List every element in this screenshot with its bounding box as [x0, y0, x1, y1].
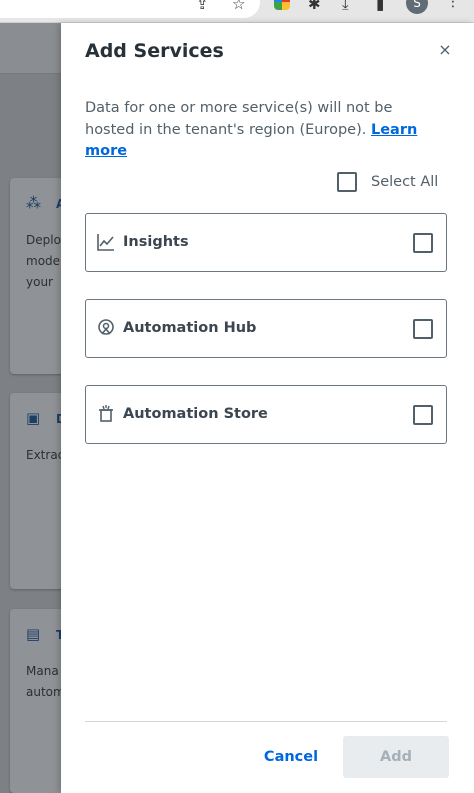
share-icon[interactable]: ⇪ [196, 0, 209, 14]
select-all-label: Select All [371, 174, 439, 190]
bookmark-star-icon[interactable]: ☆ [232, 0, 245, 14]
notice-text: Data for one or more service(s) will not… [85, 100, 393, 138]
cancel-button[interactable]: Cancel [241, 736, 341, 778]
service-checkbox[interactable] [413, 233, 433, 253]
store-icon [99, 405, 113, 422]
region-notice: Data for one or more service(s) will not… [85, 98, 445, 163]
chart-line-icon [97, 234, 114, 251]
service-automation-hub[interactable]: Automation Hub [85, 299, 447, 358]
more-menu-icon[interactable]: ⋮ [446, 0, 460, 10]
document-understanding-icon: ▣ [26, 409, 41, 427]
extension-icon[interactable] [274, 0, 290, 10]
apps-icon: ⁂ [26, 194, 41, 212]
card-text: Deplo [26, 233, 61, 247]
card-text: mode [26, 254, 61, 268]
add-services-drawer: Add Services × Data for one or more serv… [61, 23, 474, 793]
footer-divider [85, 721, 447, 722]
close-button[interactable]: × [435, 40, 455, 60]
drawer-title: Add Services [85, 40, 224, 62]
extensions-puzzle-icon[interactable]: ✱ [308, 0, 321, 14]
browser-toolbar: ⇪ ☆ ✱ ⤓ ▮ S ⋮ [0, 0, 474, 23]
service-automation-store[interactable]: Automation Store [85, 385, 447, 444]
sidebar-icon[interactable]: ▮ [376, 0, 384, 14]
service-insights[interactable]: Insights [85, 213, 447, 272]
close-icon: × [438, 40, 452, 59]
bulb-icon [98, 319, 114, 335]
address-bar[interactable] [0, 0, 260, 18]
service-checkbox[interactable] [413, 405, 433, 425]
card-text: your [26, 275, 53, 289]
service-name: Automation Store [123, 406, 268, 422]
select-all-control[interactable]: Select All [337, 172, 438, 192]
add-button[interactable]: Add [343, 736, 449, 778]
card-text: autom [26, 685, 65, 699]
card-text: Mana [26, 664, 59, 678]
download-icon[interactable]: ⤓ [342, 0, 349, 14]
task-icon: ▤ [26, 625, 41, 643]
profile-avatar[interactable]: S [406, 0, 428, 14]
service-checkbox[interactable] [413, 319, 433, 339]
service-name: Automation Hub [123, 320, 257, 336]
select-all-checkbox[interactable] [337, 172, 357, 192]
service-name: Insights [123, 234, 189, 250]
card-text: Extrac [26, 448, 65, 462]
